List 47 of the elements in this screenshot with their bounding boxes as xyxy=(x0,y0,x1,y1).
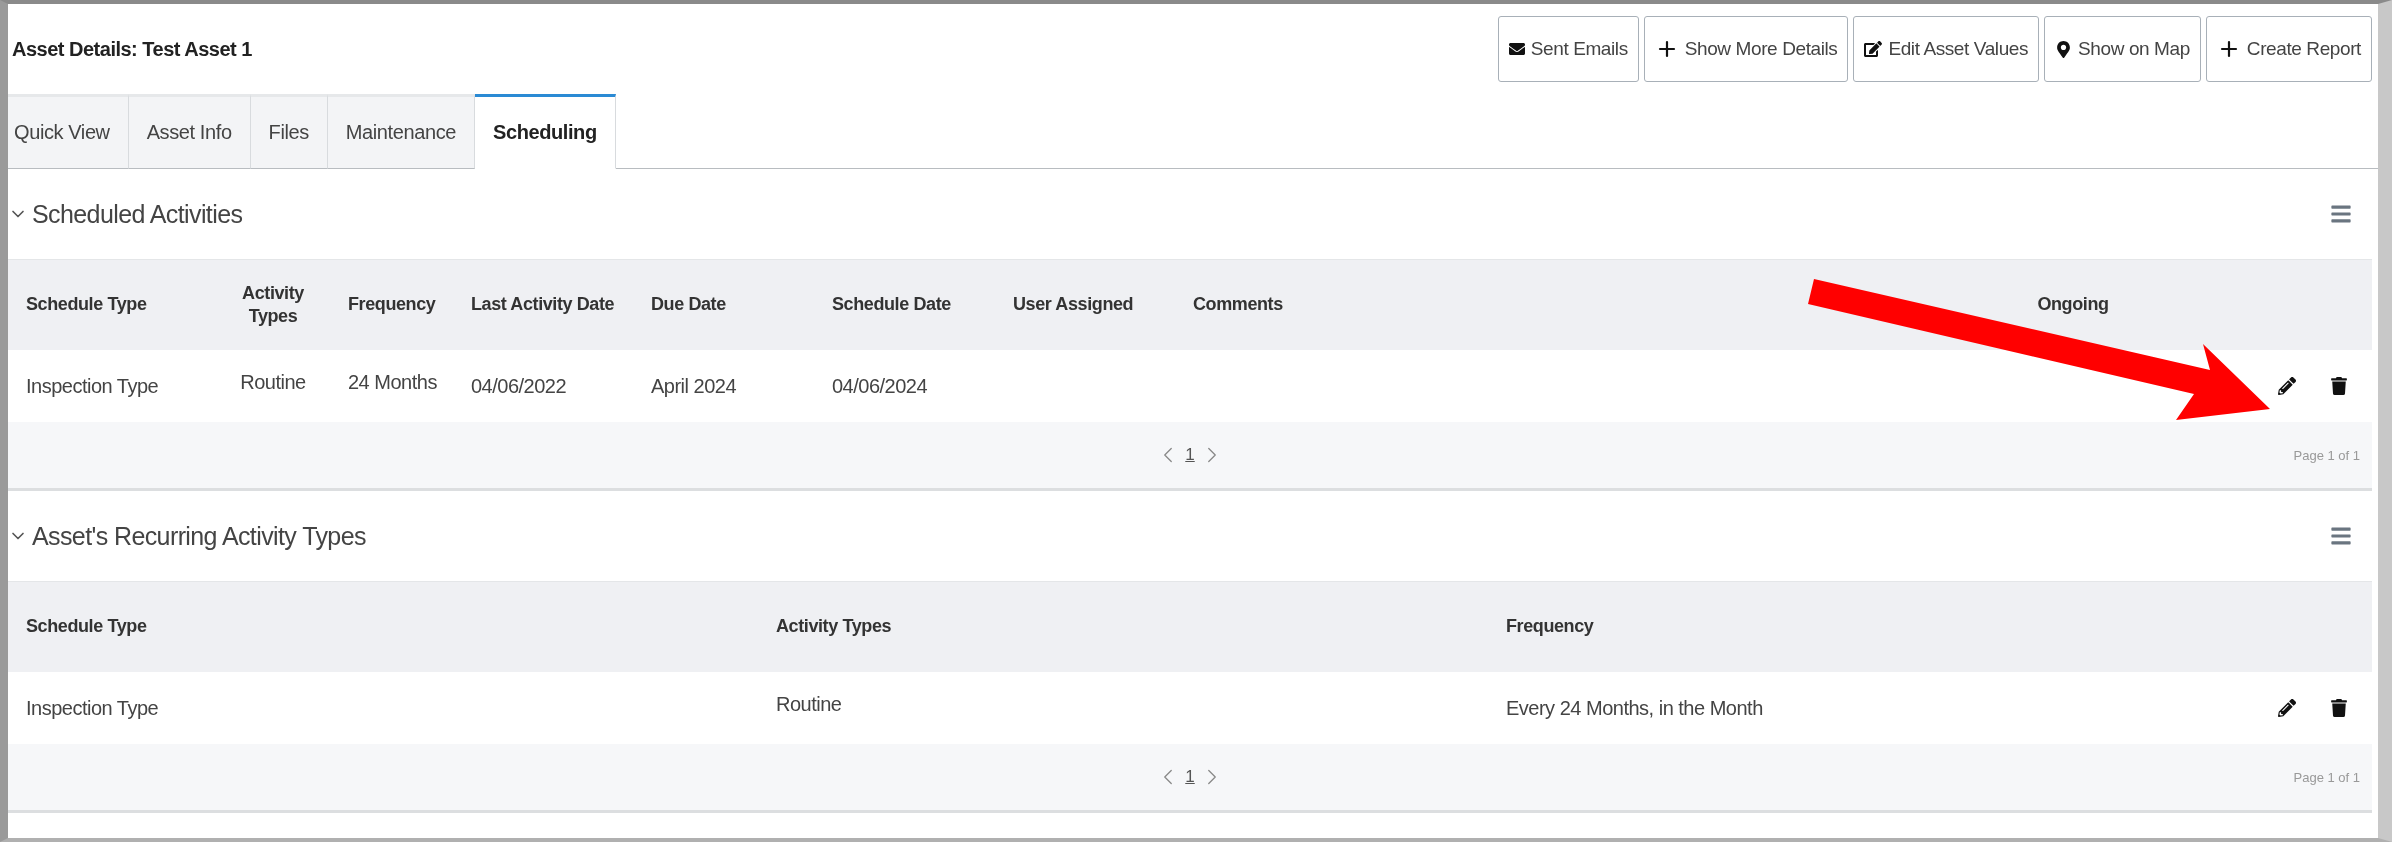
column-header: Activity Types xyxy=(241,281,305,328)
table-cell-text: Routine xyxy=(239,370,307,394)
column-header: Last Activity Date xyxy=(471,293,616,317)
table-cell-text: 04/06/2022 xyxy=(471,374,568,398)
edit-icon xyxy=(1864,40,1883,58)
table-cell-text: Routine xyxy=(776,692,843,716)
action-button[interactable]: Create Report xyxy=(2205,16,2372,82)
column-header: Due Date xyxy=(651,293,727,317)
page-info: Page 1 of 1 xyxy=(2293,447,2360,463)
table-cell-text: 24 Months xyxy=(348,370,438,394)
page-number[interactable]: 1 xyxy=(1185,767,1195,787)
table-cell-text: April 2024 xyxy=(651,374,738,398)
trash-icon[interactable] xyxy=(2330,699,2348,717)
column-header: Schedule Type xyxy=(26,615,148,639)
section-title: Asset's Recurring Activity Types xyxy=(32,521,366,551)
column-header: Schedule Date xyxy=(832,293,952,317)
column-header: Ongoing xyxy=(2037,293,2109,317)
menu-icon[interactable] xyxy=(2330,525,2352,547)
page-info: Page 1 of 1 xyxy=(2293,769,2360,785)
pencil-icon[interactable] xyxy=(2278,699,2296,717)
pencil-icon[interactable] xyxy=(2278,377,2296,395)
tab[interactable]: Maintenance xyxy=(327,94,475,169)
tab[interactable]: Asset Info xyxy=(128,94,251,169)
column-header: Activity Types xyxy=(776,615,893,639)
column-header: User Assigned xyxy=(1013,293,1135,317)
table-cell-text: Inspection Type xyxy=(26,374,160,398)
action-button[interactable]: Show on Map xyxy=(2044,16,2201,82)
tab[interactable]: Files xyxy=(250,94,328,169)
action-button[interactable]: Edit Asset Values xyxy=(1853,16,2040,82)
tab[interactable]: Scheduling xyxy=(474,94,616,169)
column-header: Comments xyxy=(1193,293,1284,317)
action-button[interactable]: Show More Details xyxy=(1643,16,1849,82)
tab[interactable]: Quick View xyxy=(8,94,129,169)
page-number[interactable]: 1 xyxy=(1185,445,1195,465)
column-header: Schedule Type xyxy=(26,293,148,317)
menu-icon[interactable] xyxy=(2330,203,2352,225)
map-pin-icon xyxy=(2055,40,2073,58)
table-cell-text: 04/06/2024 xyxy=(832,374,929,398)
trash-icon[interactable] xyxy=(2330,377,2348,395)
envelope-icon xyxy=(1508,41,1525,57)
section-title: Scheduled Activities xyxy=(32,199,243,229)
table-cell-text: Inspection Type xyxy=(26,696,160,720)
action-button[interactable]: Sent Emails xyxy=(1497,16,1639,82)
table-cell-text: Every 24 Months, in the Month xyxy=(1506,696,1764,720)
column-header: Frequency xyxy=(348,293,437,317)
column-header: Frequency xyxy=(1506,615,1595,639)
page-title: Asset Details: Test Asset 1 xyxy=(12,37,252,61)
